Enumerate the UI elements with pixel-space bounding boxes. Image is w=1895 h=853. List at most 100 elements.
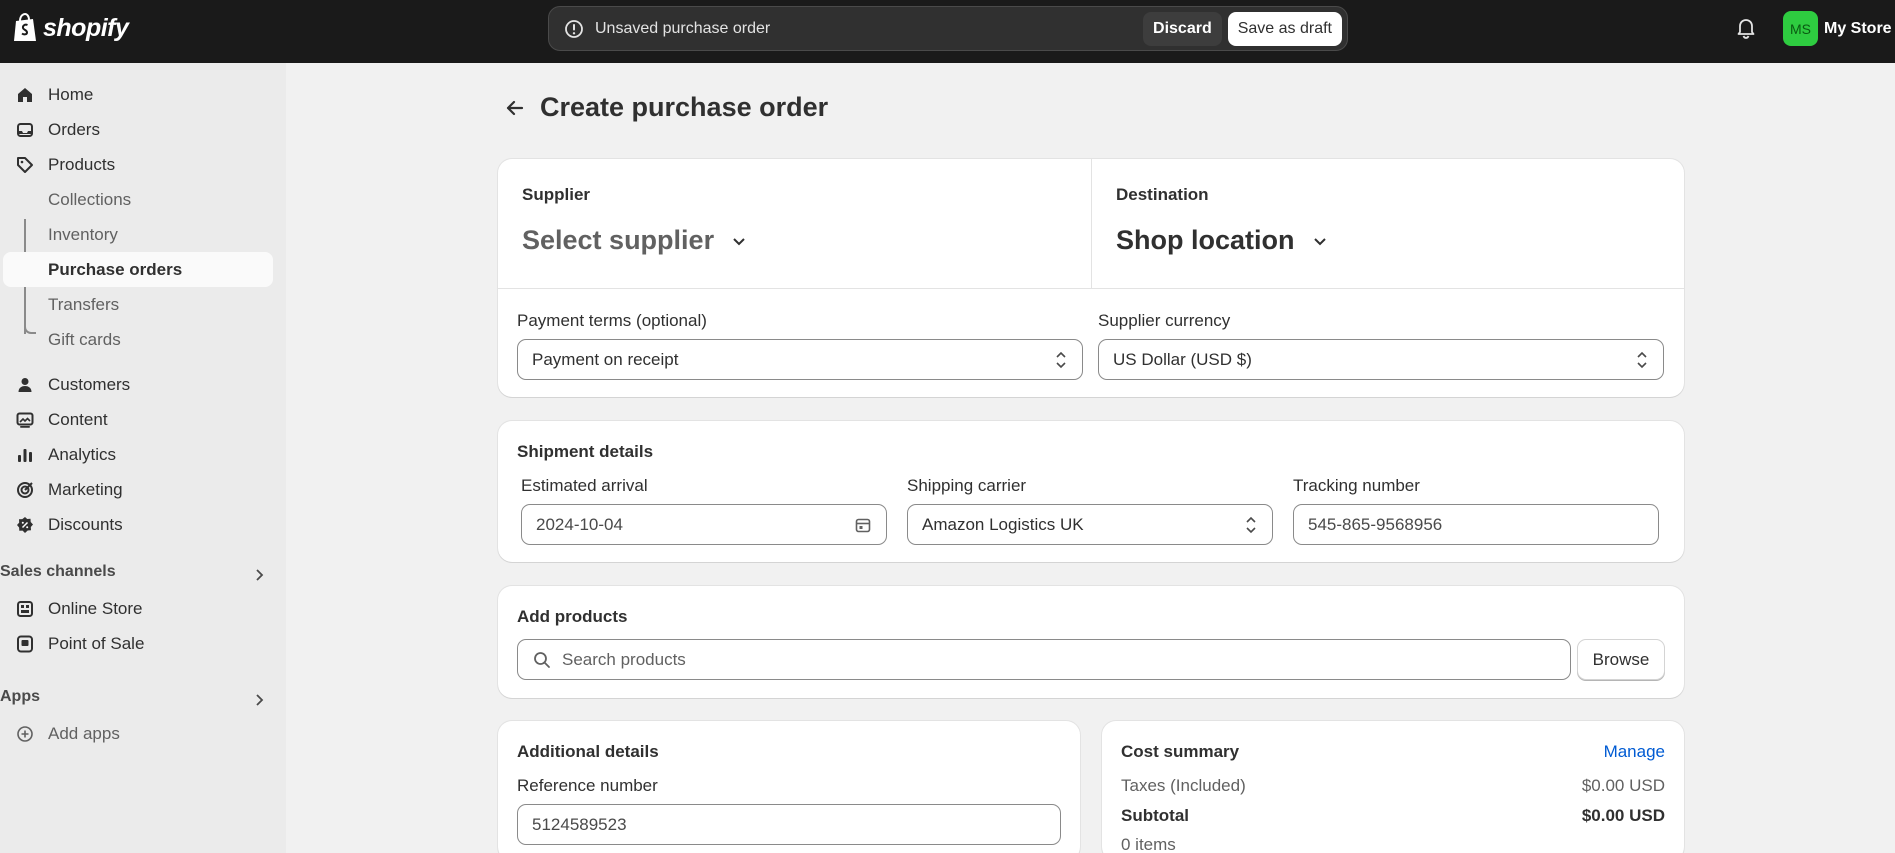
discount-icon (17, 517, 33, 533)
sidebar-item-label: Discounts (48, 514, 123, 534)
sidebar-item-analytics[interactable]: Analytics (3, 437, 273, 472)
items-count: 0 items (1121, 835, 1176, 853)
payment-terms-label: Payment terms (optional) (517, 311, 707, 330)
chevron-right-icon (256, 569, 264, 581)
arrival-date-field[interactable]: 2024-10-04 (521, 504, 887, 545)
sidebar-item-label: Point of Sale (48, 633, 145, 653)
sidebar-item-purchase-orders[interactable]: Purchase orders (3, 252, 273, 287)
reference-number-field[interactable]: 5124589523 (517, 804, 1061, 845)
sidebar-item-transfers[interactable]: Transfers (3, 287, 273, 322)
person-icon (18, 378, 32, 392)
home-icon (18, 88, 32, 102)
sidebar-item-label: Customers (48, 374, 131, 394)
search-products-placeholder: Search products (562, 649, 686, 669)
search-icon (534, 651, 550, 668)
currency-value: US Dollar (USD $) (1113, 349, 1252, 369)
payment-terms-select[interactable]: Payment on receipt (517, 339, 1083, 380)
tracking-number-value: 545-865-9568956 (1308, 514, 1443, 534)
currency-label: Supplier currency (1098, 311, 1231, 330)
inbox-icon (17, 123, 33, 137)
shopify-logo[interactable]: shopify (12, 13, 129, 43)
page-header: Create purchase order (500, 92, 828, 123)
shipment-heading: Shipment details (517, 442, 654, 461)
reference-number-label: Reference number (517, 776, 658, 795)
supplier-label: Supplier (522, 185, 591, 204)
apps-header[interactable]: Apps (0, 688, 270, 712)
browse-button[interactable]: Browse (1577, 639, 1665, 680)
supplier-select-value: Select supplier (522, 225, 715, 255)
sidebar-item-label: Collections (48, 189, 132, 209)
currency-select[interactable]: US Dollar (USD $) (1098, 339, 1664, 380)
carrier-label: Shipping carrier (907, 476, 1027, 495)
chevron-down-icon (1313, 237, 1326, 245)
sidebar: Home Orders Products Collections Invento… (0, 63, 286, 853)
bell-icon[interactable] (1733, 15, 1759, 41)
unsaved-message: Unsaved purchase order (595, 19, 771, 37)
destination-select-value: Shop location (1116, 225, 1295, 255)
select-arrows-icon (1637, 351, 1647, 368)
sidebar-item-orders[interactable]: Orders (3, 112, 273, 147)
sidebar-item-label: Content (48, 409, 108, 429)
taxes-label: Taxes (Included) (1121, 776, 1246, 795)
sidebar-item-label: Online Store (48, 598, 143, 618)
sidebar-item-point-of-sale[interactable]: Point of Sale (3, 626, 273, 661)
apps-label: Apps (0, 688, 40, 705)
carrier-select[interactable]: Amazon Logistics UK (907, 504, 1273, 545)
select-arrows-icon (1056, 351, 1066, 368)
sidebar-item-online-store[interactable]: Online Store (3, 591, 273, 626)
cost-summary-heading: Cost summary (1121, 742, 1240, 761)
chevron-down-icon (733, 237, 745, 245)
sidebar-item-inventory[interactable]: Inventory (3, 217, 273, 252)
sidebar-item-discounts[interactable]: Discounts (3, 507, 273, 542)
sidebar-item-label: Marketing (48, 479, 123, 499)
tag-icon (17, 157, 33, 173)
supplier-card: Supplier Select supplier Destination Sho… (498, 159, 1684, 397)
discard-button[interactable]: Discard (1143, 11, 1222, 46)
shipment-card: Shipment details Estimated arrival 2024-… (498, 421, 1684, 562)
taxes-value: $0.00 USD (1581, 776, 1665, 795)
sidebar-item-label: Transfers (48, 294, 120, 314)
cost-summary-card: Cost summary Manage Taxes (Included) $0.… (1102, 721, 1684, 853)
image-icon (16, 412, 34, 428)
plus-circle-icon (17, 726, 33, 742)
manage-link[interactable]: Manage (1604, 742, 1665, 762)
sidebar-item-marketing[interactable]: Marketing (3, 472, 273, 507)
sidebar-item-label: Analytics (48, 444, 117, 464)
sales-channels-header[interactable]: Sales channels (0, 563, 270, 587)
card-divider (498, 288, 1684, 289)
arrival-date-value: 2024-10-04 (536, 514, 623, 534)
sidebar-item-add-apps[interactable]: Add apps (3, 716, 273, 751)
destination-select[interactable]: Shop location (1116, 225, 1329, 256)
page-title: Create purchase order (540, 92, 829, 122)
chevron-right-icon (256, 694, 264, 706)
shopify-wordmark: shopify (43, 13, 129, 42)
sidebar-item-products[interactable]: Products (3, 147, 273, 182)
sidebar-item-label: Inventory (48, 224, 118, 244)
add-products-card: Add products Search products Browse (498, 586, 1684, 698)
subtotal-value: $0.00 USD (1581, 806, 1665, 825)
sidebar-item-label: Add apps (48, 723, 120, 743)
sidebar-item-collections[interactable]: Collections (3, 182, 273, 217)
sidebar-item-label: Home (48, 84, 94, 104)
alert-circle-icon (565, 19, 583, 38)
card-divider (1091, 159, 1092, 289)
store-icon (17, 601, 33, 617)
tracking-label: Tracking number (1293, 476, 1420, 495)
select-arrows-icon (1246, 516, 1256, 533)
sidebar-item-home[interactable]: Home (3, 77, 273, 112)
sidebar-item-gift-cards[interactable]: Gift cards (3, 322, 273, 357)
arrow-left-icon[interactable] (500, 93, 530, 123)
destination-label: Destination (1116, 185, 1209, 204)
sidebar-item-customers[interactable]: Customers (3, 367, 273, 402)
target-icon (17, 482, 33, 498)
calendar-icon[interactable] (854, 516, 872, 534)
save-as-draft-button[interactable]: Save as draft (1227, 11, 1342, 46)
store-menu[interactable]: MS My Store (1783, 11, 1892, 46)
tracking-number-field[interactable]: 545-865-9568956 (1293, 504, 1659, 545)
pos-icon (17, 635, 33, 653)
sidebar-item-content[interactable]: Content (3, 402, 273, 437)
arrival-label: Estimated arrival (521, 476, 648, 495)
subtotal-label: Subtotal (1121, 806, 1189, 825)
search-products-input[interactable]: Search products (517, 639, 1571, 680)
supplier-select[interactable]: Select supplier (522, 225, 748, 256)
